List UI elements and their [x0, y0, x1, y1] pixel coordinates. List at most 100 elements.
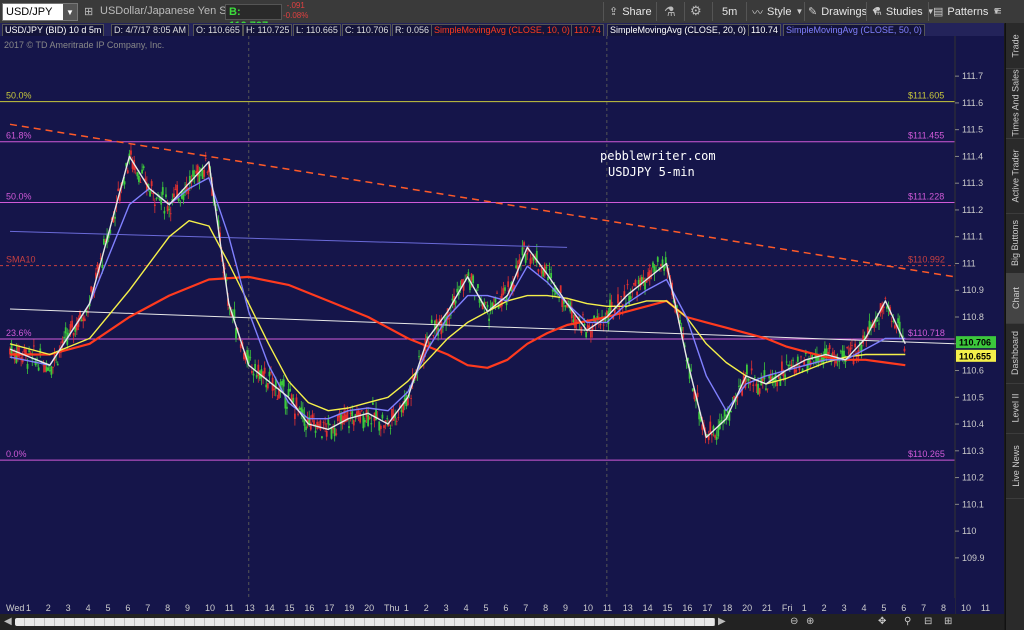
sidebar-tab-big-buttons[interactable]: Big Buttons — [1006, 213, 1024, 274]
candle-body — [800, 356, 802, 358]
symbol-selector[interactable]: USD/JPY ▼ — [2, 3, 78, 21]
x-tick-label: Wed — [6, 603, 24, 613]
candle-body — [298, 407, 301, 410]
candle-body — [448, 318, 451, 319]
x-tick-label: 10 — [583, 603, 593, 613]
right-sidebar: Trade Times And Sales Active Trader Big But… — [1005, 23, 1024, 630]
thinkorswim-chart-window: USD/JPY ▼ ⊞ USDollar/Japanese Yen Spot B… — [0, 0, 1024, 630]
sidebar-tab-trade[interactable]: Trade — [1006, 23, 1024, 69]
sidebar-tab-active-trader[interactable]: Active Trader — [1006, 138, 1024, 214]
candle-body — [515, 265, 518, 268]
search-icon[interactable]: ⚲ — [904, 616, 911, 627]
scroll-left-icon[interactable]: ◀ — [4, 616, 12, 627]
candle-body — [179, 202, 182, 204]
x-tick-label: 9 — [563, 603, 568, 613]
candle-body — [139, 182, 142, 183]
candle-body — [644, 281, 646, 290]
candle-body — [263, 367, 266, 374]
candle-body — [903, 348, 906, 352]
candle-body — [526, 252, 529, 255]
candle-body — [617, 294, 619, 304]
candle-body — [884, 297, 887, 299]
candle-body — [282, 379, 285, 387]
y-tick-label: 110.6 — [962, 366, 984, 376]
x-tick-label: 21 — [762, 603, 772, 613]
candle-body — [484, 301, 487, 303]
candle-body — [781, 361, 783, 372]
x-tick-label: 3 — [66, 603, 71, 613]
sidebar-tab-times-and-sales[interactable]: Times And Sales — [1006, 68, 1024, 139]
x-tick-label: 11 — [981, 603, 990, 613]
studies-button[interactable]: ⚗ Studies ▼ — [872, 3, 935, 20]
timeframe-button[interactable]: 5m — [722, 3, 737, 20]
candle-body — [359, 412, 362, 423]
sidebar-tab-level-ii[interactable]: Level II — [1006, 383, 1024, 434]
candle-body — [548, 269, 551, 270]
sidebar-tab-label: Active Trader — [1010, 148, 1021, 203]
separator — [928, 2, 929, 21]
candle-body — [379, 425, 382, 429]
flask-icon[interactable]: ⚗ — [664, 4, 676, 20]
separator — [656, 2, 657, 21]
sidebar-tab-live-news[interactable]: Live News — [1006, 433, 1024, 499]
candle-body — [723, 409, 726, 417]
candle-body — [123, 181, 126, 185]
drag-icon[interactable]: ✥ — [878, 616, 886, 627]
fib-level-price: $110.265 — [908, 449, 945, 459]
candle-body — [765, 388, 767, 390]
fit-icon[interactable]: ⊟ — [924, 616, 932, 627]
chevron-down-icon[interactable]: ▼ — [63, 4, 77, 20]
y-tick-label: 110.5 — [962, 392, 984, 402]
style-button[interactable]: 〰 Style ▼ — [752, 3, 803, 20]
candle-body — [336, 415, 339, 422]
x-tick-label: 17 — [324, 603, 334, 613]
candle-body — [177, 198, 180, 201]
separator — [746, 2, 747, 21]
x-tick-label: 3 — [842, 603, 847, 613]
sidebar-tab-chart[interactable]: Chart — [1006, 273, 1024, 324]
settings-gear-icon[interactable]: ⊞ — [84, 5, 93, 18]
candle-body — [266, 383, 269, 389]
scroll-right-icon[interactable]: ▶ — [718, 616, 726, 627]
sidebar-tab-dashboard[interactable]: Dashboard — [1006, 323, 1024, 384]
zoom-out-icon[interactable]: ⊖ — [790, 616, 798, 627]
menu-icon[interactable]: ≡ — [994, 3, 1002, 18]
drawings-button[interactable]: ✎ Drawings ▼ — [808, 3, 879, 20]
candle-body — [161, 187, 164, 195]
candle-body — [348, 426, 350, 429]
x-tick-label: 4 — [86, 603, 91, 613]
zoom-in-icon[interactable]: ⊕ — [806, 616, 814, 627]
x-tick-label: 15 — [285, 603, 295, 613]
candle-body — [364, 419, 366, 423]
y-tick-label: 110.4 — [962, 419, 984, 429]
candle-body — [321, 436, 323, 438]
x-tick-label: 2 — [46, 603, 51, 613]
price-chart[interactable]: 50.0% $111.60561.8% $111.45550.0% $111.228S… — [0, 36, 1004, 614]
chart-info-bar: USD/JPY (BID) 10 d 5m D: 4/7/17 8:05 AM … — [0, 23, 1004, 37]
candle-body — [72, 332, 75, 336]
candle-body — [169, 213, 172, 215]
candle-body — [295, 397, 298, 408]
candle-body — [661, 259, 664, 266]
y-tick-label: 111.6 — [962, 98, 983, 108]
patterns-icon: ▤ — [933, 6, 944, 18]
candle-body — [80, 319, 83, 322]
expand-icon[interactable]: ⊞ — [944, 616, 952, 627]
candle-body — [257, 364, 260, 377]
candle-body — [381, 414, 384, 419]
x-tick-label: 5 — [881, 603, 886, 613]
candle-body — [252, 373, 255, 376]
candle-body — [629, 296, 632, 300]
gear-icon[interactable]: ⚙ — [690, 3, 702, 19]
candle-body — [709, 421, 712, 433]
x-tick-label: 16 — [304, 603, 314, 613]
x-tick-label: Thu — [384, 603, 400, 613]
x-tick-label: 8 — [543, 603, 548, 613]
patterns-button[interactable]: ▤ Patterns ▼ — [933, 3, 1000, 20]
fib-level-label: 50.0% — [6, 91, 32, 101]
share-button[interactable]: ⇪ Share — [609, 3, 652, 20]
y-tick-label: 111 — [962, 258, 976, 268]
candle-body — [488, 318, 490, 321]
chart-scrollbar[interactable]: ◀ ▶ ⊖ ⊕ ✥ ⚲ ⊟ ⊞ — [0, 614, 1004, 630]
watermark-text: pebblewriter.com — [600, 149, 716, 163]
